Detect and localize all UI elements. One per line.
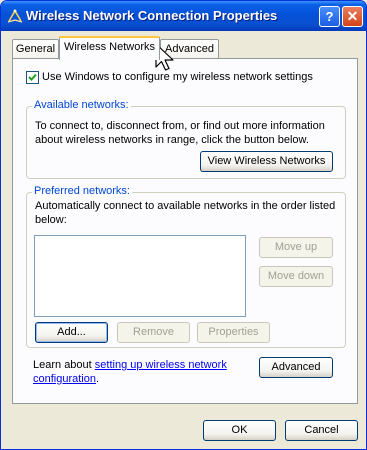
- available-networks-title: Available networks:: [32, 99, 131, 111]
- learn-about-text: Learn about setting up wireless network …: [33, 359, 227, 385]
- tab-general[interactable]: General: [12, 39, 59, 59]
- remove-button[interactable]: Remove: [117, 322, 190, 343]
- use-windows-label[interactable]: Use Windows to configure my wireless net…: [42, 71, 313, 83]
- window-title: Wireless Network Connection Properties: [26, 8, 278, 23]
- help-button[interactable]: ?: [319, 6, 340, 27]
- use-windows-checkbox[interactable]: [26, 71, 39, 84]
- dialog-window: Wireless Network Connection Properties ?…: [0, 0, 367, 450]
- checkmark-icon: [28, 73, 37, 81]
- view-wireless-networks-button[interactable]: View Wireless Networks: [200, 151, 333, 172]
- move-down-button[interactable]: Move down: [259, 266, 333, 287]
- network-connection-icon: [7, 9, 23, 23]
- ok-button[interactable]: OK: [203, 420, 276, 441]
- move-up-button[interactable]: Move up: [259, 237, 333, 258]
- tab-wireless-networks[interactable]: Wireless Networks: [59, 36, 160, 60]
- add-button[interactable]: Add...: [35, 322, 108, 343]
- available-networks-description: To connect to, disconnect from, or find …: [35, 120, 325, 146]
- setup-wireless-link-line2[interactable]: configuration: [33, 373, 96, 385]
- setup-wireless-link-line1[interactable]: setting up wireless network: [95, 359, 227, 371]
- preferred-networks-title: Preferred networks:: [32, 185, 132, 197]
- preferred-networks-list[interactable]: [34, 235, 246, 317]
- title-bar[interactable]: Wireless Network Connection Properties ?…: [1, 1, 366, 31]
- advanced-button[interactable]: Advanced: [259, 357, 333, 378]
- close-button[interactable]: ✕: [342, 6, 363, 27]
- cancel-button[interactable]: Cancel: [285, 420, 358, 441]
- preferred-networks-description: Automatically connect to available netwo…: [35, 200, 336, 226]
- properties-button[interactable]: Properties: [197, 322, 270, 343]
